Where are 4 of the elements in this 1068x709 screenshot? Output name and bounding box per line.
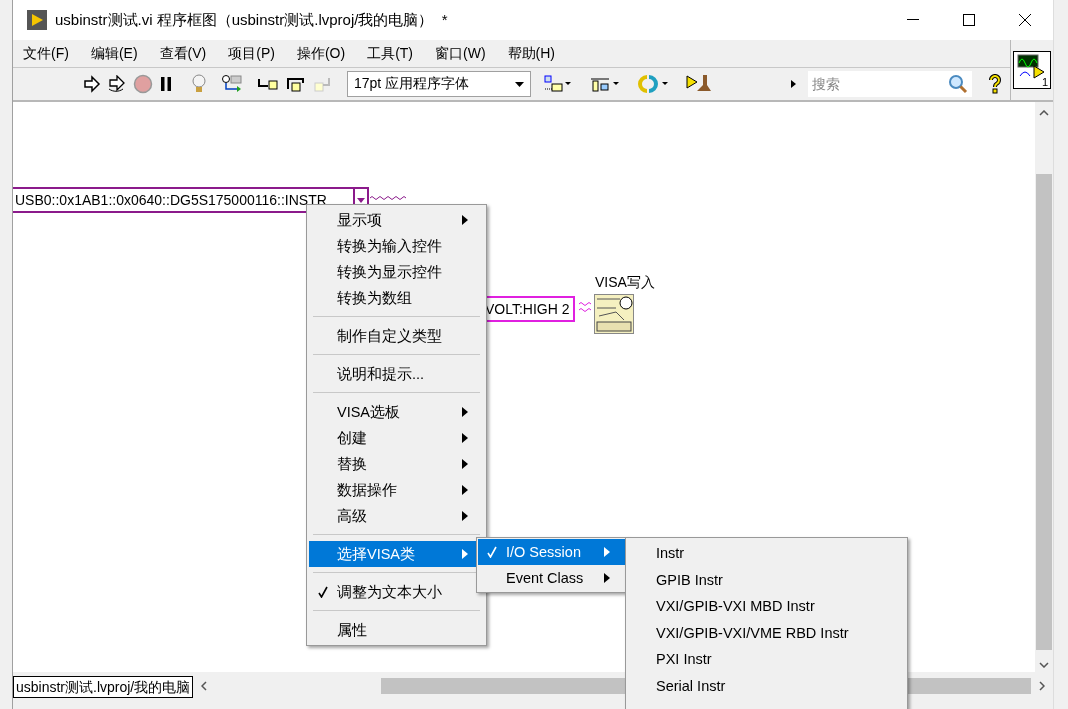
window-title: usbinstr测试.vi 程序框图（usbinstr测试.lvproj/我的电脑） * [55, 10, 449, 30]
node-label: VISA写入 [595, 274, 655, 292]
context-label: usbinstr测试.lvproj/我的电脑 [13, 676, 194, 698]
instance-number: 1 [1041, 76, 1048, 88]
